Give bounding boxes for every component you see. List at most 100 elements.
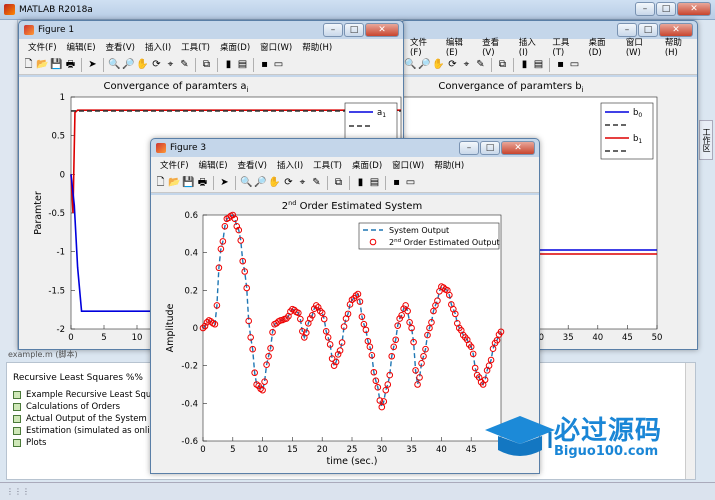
save-icon[interactable]: 💾 [50,58,63,71]
link-plot-icon[interactable]: ⧉ [200,58,213,71]
figure2-maximize-button[interactable]: □ [638,23,658,37]
menu-edit[interactable]: 编辑(E) [441,36,477,58]
cell-item[interactable]: Estimation (simulated as online) [13,425,169,437]
app-title: MATLAB R2018a [19,4,93,15]
new-figure-icon[interactable]: 🗋 [22,58,35,71]
hide-tools-icon[interactable]: ▪ [554,58,567,71]
figure1-maximize-button[interactable]: □ [344,23,364,37]
menu-edit[interactable]: 编辑(E) [62,41,101,53]
menu-insert[interactable]: 插入(I) [140,41,176,53]
x-tick-label: 10 [132,333,143,343]
menu-file[interactable]: 文件(F) [23,41,62,53]
figure1-minimize-button[interactable]: – [323,23,343,37]
new-figure-icon[interactable]: 🗋 [154,176,167,189]
rotate-icon[interactable]: ⟳ [446,58,459,71]
y-tick-label: -0.5 [48,209,65,219]
figure1-title: Figure 1 [38,25,75,35]
menu-insert[interactable]: 插入(I) [514,36,548,58]
open-icon[interactable]: 📂 [168,176,181,189]
zoom-in-icon[interactable]: 🔍 [240,176,253,189]
menu-file[interactable]: 文件(F) [405,36,441,58]
legend-icon[interactable]: ▤ [532,58,545,71]
menu-help[interactable]: 帮助(H) [429,159,469,171]
brush-icon[interactable]: ✎ [310,176,323,189]
toolbar-separator [253,57,254,72]
matlab-title-bar: MATLAB R2018a – □ ✕ [0,0,715,20]
open-icon[interactable]: 📂 [36,58,49,71]
figure-icon [156,143,166,153]
menu-tools[interactable]: 工具(T) [176,41,215,53]
legend-icon[interactable]: ▤ [236,58,249,71]
figure3-minimize-button[interactable]: – [459,141,479,155]
menu-view[interactable]: 查看(V) [101,41,140,53]
menu-window[interactable]: 窗口(W) [255,41,297,53]
brush-icon[interactable]: ✎ [474,58,487,71]
pan-icon[interactable]: ✋ [268,176,281,189]
rotate-icon[interactable]: ⟳ [150,58,163,71]
data-cursor-icon[interactable]: ⌖ [164,58,177,71]
zoom-out-icon[interactable]: 🔎 [418,58,431,71]
menu-window[interactable]: 窗口(W) [387,159,429,171]
legend-icon[interactable]: ▤ [368,176,381,189]
show-tools-icon[interactable]: ▭ [404,176,417,189]
data-cursor-icon[interactable]: ⌖ [460,58,473,71]
workspace-side-tab[interactable]: 工作区 [699,120,713,160]
figure2-close-button[interactable]: ✕ [659,23,693,37]
menu-file[interactable]: 文件(F) [155,159,194,171]
rotate-icon[interactable]: ⟳ [282,176,295,189]
cell-icon [13,439,21,447]
zoom-in-icon[interactable]: 🔍 [108,58,121,71]
menu-help[interactable]: 帮助(H) [297,41,337,53]
menu-window[interactable]: 窗口(W) [621,36,660,58]
colorbar-icon[interactable]: ▮ [222,58,235,71]
hide-tools-icon[interactable]: ▪ [258,58,271,71]
brush-icon[interactable]: ✎ [178,58,191,71]
menu-desktop[interactable]: 桌面(D) [215,41,255,53]
colorbar-icon[interactable]: ▮ [518,58,531,71]
zoom-in-icon[interactable]: 🔍 [404,58,417,71]
zoom-out-icon[interactable]: 🔎 [254,176,267,189]
figure1-title-bar: Figure 1 – □ ✕ [19,21,403,39]
y-tick-label: -0.2 [181,362,198,372]
cell-item[interactable]: Calculations of Orders [13,401,169,413]
cell-item[interactable]: Example Recursive Least Squares [13,389,169,401]
main-minimize-button[interactable]: – [635,2,655,16]
figure1-close-button[interactable]: ✕ [365,23,399,37]
pan-icon[interactable]: ✋ [136,58,149,71]
hide-tools-icon[interactable]: ▪ [390,176,403,189]
menu-view[interactable]: 查看(V) [477,36,514,58]
print-icon[interactable]: 🖶 [64,58,77,71]
pointer-icon[interactable]: ➤ [218,176,231,189]
menu-desktop[interactable]: 桌面(D) [347,159,387,171]
figure2-minimize-button[interactable]: – [617,23,637,37]
figure3-maximize-button[interactable]: □ [480,141,500,155]
pointer-icon[interactable]: ➤ [86,58,99,71]
menu-help[interactable]: 帮助(H) [660,36,697,58]
menu-desktop[interactable]: 桌面(D) [584,36,621,58]
zoom-out-icon[interactable]: 🔎 [122,58,135,71]
editor-file-suffix: (脚本) [55,350,78,359]
print-icon[interactable]: 🖶 [196,176,209,189]
toolbar-separator [81,57,82,72]
data-cursor-icon[interactable]: ⌖ [296,176,309,189]
save-icon[interactable]: 💾 [182,176,195,189]
menu-tools[interactable]: 工具(T) [547,36,583,58]
watermark-url: Biguo100.com [554,444,659,459]
menu-view[interactable]: 查看(V) [233,159,272,171]
show-tools-icon[interactable]: ▭ [568,58,581,71]
menu-insert[interactable]: 插入(I) [272,159,308,171]
show-tools-icon[interactable]: ▭ [272,58,285,71]
main-close-button[interactable]: ✕ [677,2,711,16]
x-tick-label: 50 [652,333,663,343]
link-plot-icon[interactable]: ⧉ [496,58,509,71]
link-plot-icon[interactable]: ⧉ [332,176,345,189]
y-tick-label: 0.6 [184,211,198,221]
cell-item[interactable]: Plots [13,437,169,449]
figure3-close-button[interactable]: ✕ [501,141,535,155]
menu-edit[interactable]: 编辑(E) [194,159,233,171]
pan-icon[interactable]: ✋ [432,58,445,71]
main-maximize-button[interactable]: □ [656,2,676,16]
menu-tools[interactable]: 工具(T) [308,159,347,171]
colorbar-icon[interactable]: ▮ [354,176,367,189]
cell-item[interactable]: Actual Output of the System [13,413,169,425]
